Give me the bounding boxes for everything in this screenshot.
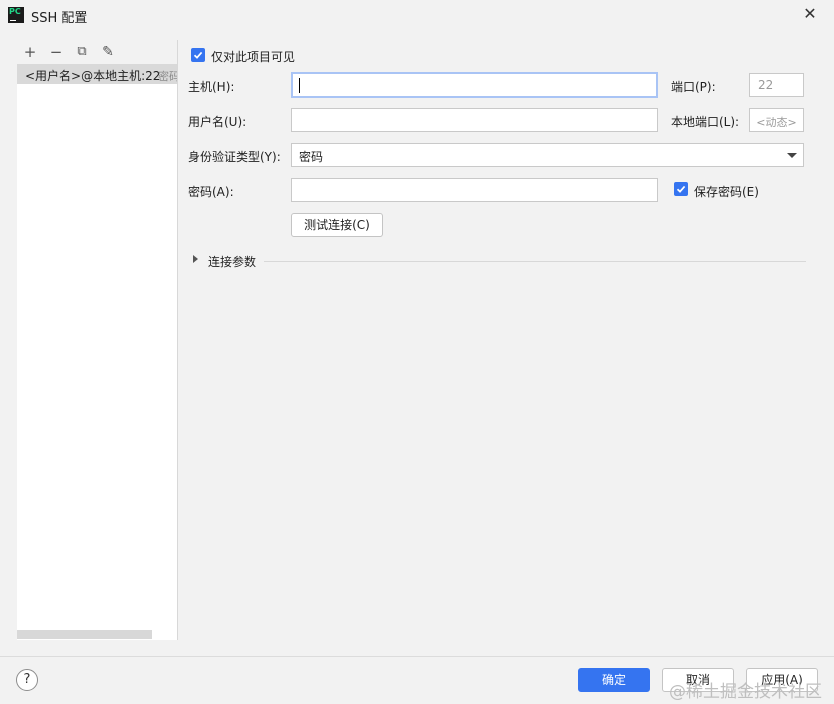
- edit-icon[interactable]: ✎: [99, 42, 117, 62]
- local-port-input[interactable]: <动态>: [749, 108, 804, 132]
- ok-button[interactable]: 确定: [578, 668, 650, 692]
- list-item[interactable]: <用户名>@本地主机:22 密码: [17, 64, 177, 84]
- password-input[interactable]: [291, 178, 658, 202]
- add-icon[interactable]: +: [21, 42, 39, 62]
- dropdown-arrow-icon: [787, 153, 797, 158]
- horizontal-scrollbar[interactable]: [17, 630, 152, 639]
- window-title: SSH 配置: [31, 11, 88, 26]
- port-label: 端口(P):: [671, 80, 716, 94]
- username-input[interactable]: [291, 108, 658, 132]
- list-item-label: <用户名>@本地主机:22: [25, 69, 161, 83]
- section-divider: [264, 261, 806, 262]
- watermark: @稀土掘金技术社区: [669, 682, 822, 702]
- visible-only-label: 仅对此项目可见: [211, 50, 296, 64]
- footer-divider: [0, 656, 834, 657]
- save-password-checkbox[interactable]: [674, 182, 688, 196]
- connection-params-toggle[interactable]: 连接参数: [208, 253, 256, 270]
- pycharm-app-icon: PC: [8, 7, 24, 23]
- auth-type-select[interactable]: 密码: [291, 143, 804, 167]
- list-item-auth: 密码: [158, 70, 177, 83]
- test-connection-button[interactable]: 测试连接(C): [291, 213, 383, 237]
- expand-triangle-icon[interactable]: [193, 255, 198, 263]
- help-icon[interactable]: ?: [16, 669, 38, 691]
- title-bar: [0, 0, 834, 31]
- auth-type-label: 身份验证类型(Y):: [188, 150, 281, 164]
- port-input[interactable]: 22: [749, 73, 804, 97]
- username-label: 用户名(U):: [188, 115, 247, 129]
- close-icon[interactable]: ✕: [800, 4, 820, 24]
- config-list-toolbar: + − ⧉ ✎: [17, 40, 177, 64]
- config-list-panel: [17, 40, 177, 640]
- remove-icon[interactable]: −: [47, 42, 65, 62]
- visible-only-checkbox[interactable]: [191, 48, 205, 62]
- save-password-label: 保存密码(E): [694, 185, 759, 199]
- text-caret: [299, 78, 300, 93]
- host-label: 主机(H):: [188, 80, 235, 94]
- password-label: 密码(A):: [188, 185, 234, 199]
- local-port-label: 本地端口(L):: [671, 115, 740, 129]
- checkbox-checked-icon: [676, 185, 686, 193]
- host-input[interactable]: [291, 72, 658, 98]
- checkbox-checked-icon: [193, 51, 203, 59]
- copy-icon[interactable]: ⧉: [73, 42, 91, 62]
- panel-divider: [177, 40, 178, 640]
